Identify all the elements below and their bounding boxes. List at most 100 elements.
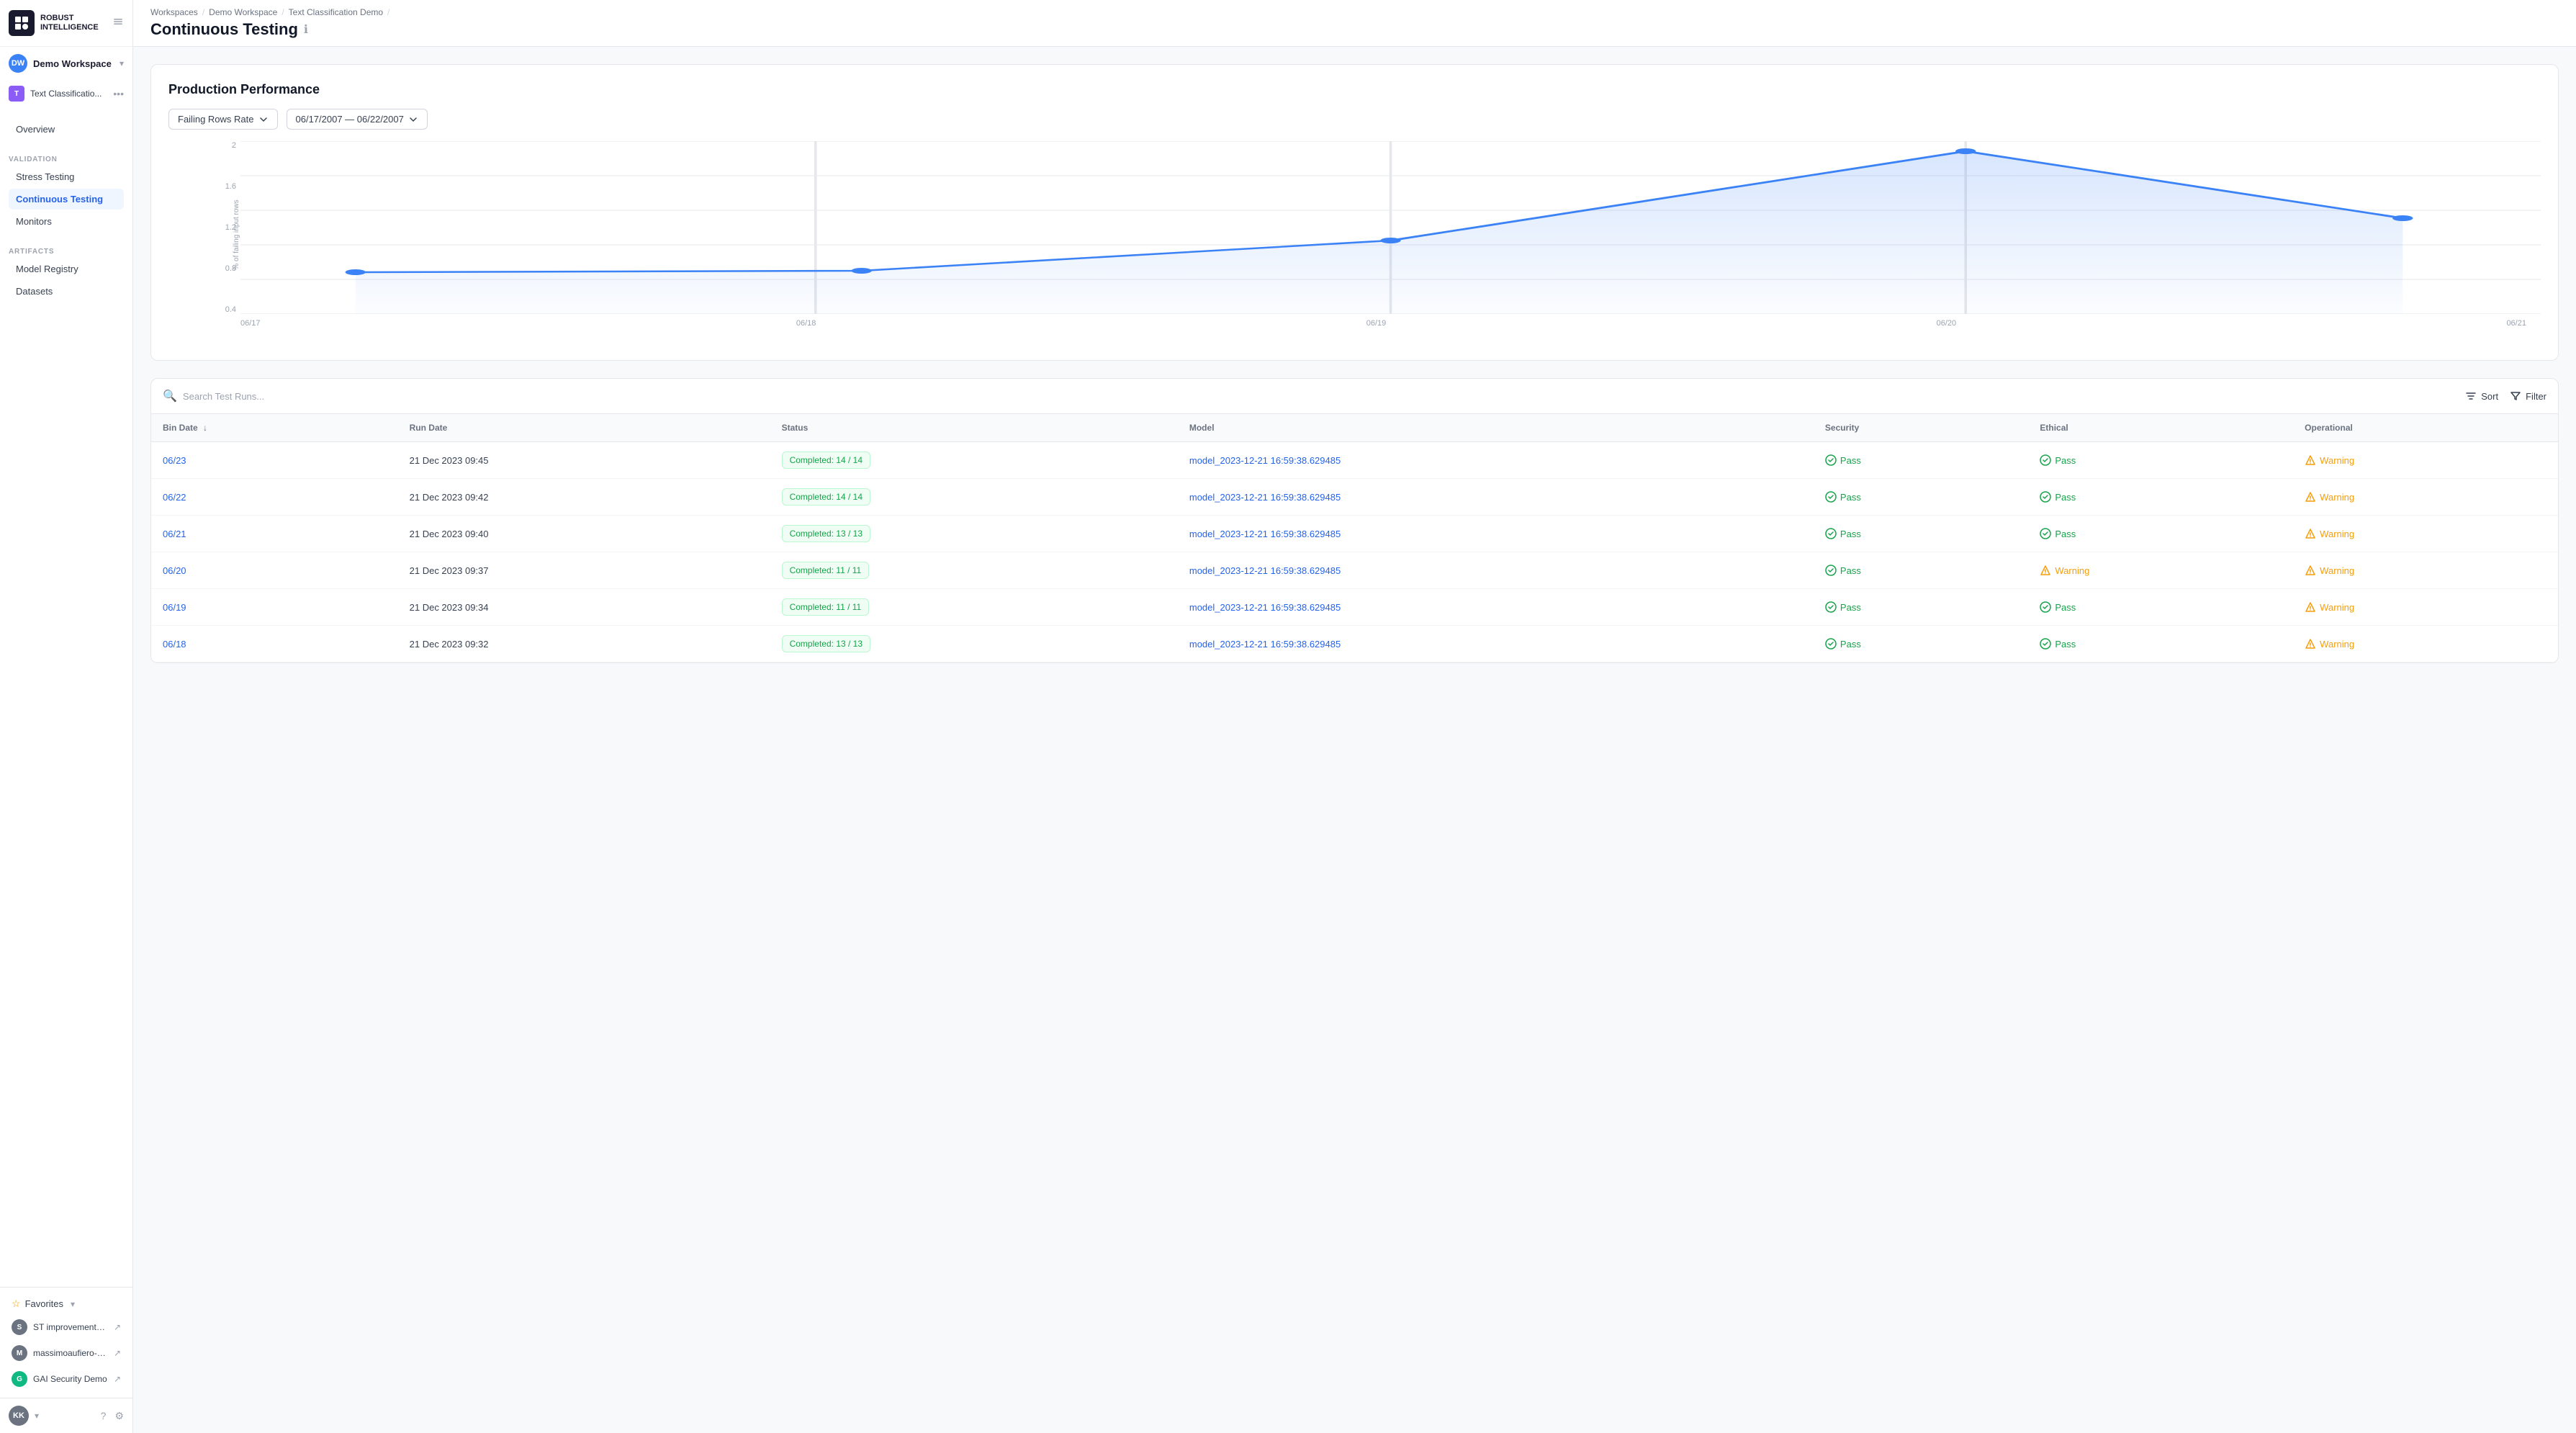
breadcrumb-demo-workspace[interactable]: Demo Workspace (209, 7, 277, 17)
fav-item-1[interactable]: M massimoaufiero-d... ↗ (9, 1340, 124, 1366)
settings-icon[interactable]: ⚙ (114, 1410, 124, 1422)
cell-status-1: Completed: 14 / 14 (770, 479, 1178, 516)
favorites-toggle[interactable]: ☆ Favorites ▾ (9, 1293, 124, 1314)
user-chevron-icon[interactable]: ▾ (35, 1411, 39, 1421)
sidebar-bottom: KK ▾ ? ⚙ (0, 1398, 132, 1433)
col-status[interactable]: Status (770, 414, 1178, 442)
content-area: Production Performance Failing Rows Rate… (133, 47, 2576, 1433)
bottom-icons: ? ⚙ (101, 1410, 124, 1422)
fav-item-2[interactable]: G GAI Security Demo ↗ (9, 1366, 124, 1392)
fav-arrow-icon-0: ↗ (114, 1322, 121, 1332)
cell-status-2: Completed: 13 / 13 (770, 516, 1178, 552)
cell-ethical-1: Pass (2028, 479, 2293, 516)
cell-model-1[interactable]: model_2023-12-21 16:59:38.629485 (1178, 479, 1814, 516)
fav-arrow-icon-1: ↗ (114, 1348, 121, 1358)
table-body: 06/23 21 Dec 2023 09:45 Completed: 14 / … (151, 442, 2558, 662)
table-toolbar: 🔍 Sort Filter (151, 379, 2558, 414)
cell-ethical-3: Warning (2028, 552, 2293, 589)
col-bin-date[interactable]: Bin Date ↓ (151, 414, 398, 442)
cell-model-0[interactable]: model_2023-12-21 16:59:38.629485 (1178, 442, 1814, 479)
chart-svg-container: % of failing input rows (240, 141, 2541, 328)
cell-ethical-4: Pass (2028, 589, 2293, 626)
nav-section-validation: VALIDATION Stress Testing Continuous Tes… (0, 144, 132, 236)
sidebar-item-model-registry[interactable]: Model Registry (9, 259, 124, 279)
x-axis-labels: 06/17 06/18 06/19 06/20 06/21 (240, 316, 2541, 328)
workspace-selector[interactable]: DW Demo Workspace ▾ (0, 47, 132, 80)
col-operational[interactable]: Operational (2293, 414, 2558, 442)
sort-icon-bin-date: ↓ (203, 423, 207, 433)
cell-operational-4: Warning (2293, 589, 2558, 626)
table-row: 06/22 21 Dec 2023 09:42 Completed: 14 / … (151, 479, 2558, 516)
sidebar: ROBUST INTELLIGENCE DW Demo Workspace ▾ … (0, 0, 133, 1433)
info-icon[interactable]: ℹ (304, 22, 308, 37)
toolbar-actions: Sort Filter (2465, 390, 2546, 402)
cell-model-5[interactable]: model_2023-12-21 16:59:38.629485 (1178, 626, 1814, 662)
metric-dropdown[interactable]: Failing Rows Rate (168, 109, 278, 130)
cell-ethical-2: Pass (2028, 516, 2293, 552)
search-input[interactable] (183, 391, 2456, 402)
breadcrumb: Workspaces / Demo Workspace / Text Class… (150, 7, 2559, 17)
sort-button[interactable]: Sort (2465, 390, 2498, 402)
main-content: Workspaces / Demo Workspace / Text Class… (133, 0, 2576, 1433)
cell-model-4[interactable]: model_2023-12-21 16:59:38.629485 (1178, 589, 1814, 626)
sidebar-item-continuous-testing[interactable]: Continuous Testing (9, 189, 124, 210)
cell-operational-0: Warning (2293, 442, 2558, 479)
cell-security-0: Pass (1814, 442, 2028, 479)
date-range-dropdown[interactable]: 06/17/2007 — 06/22/2007 (287, 109, 428, 130)
cell-bin-date-3[interactable]: 06/20 (151, 552, 398, 589)
cell-bin-date-0[interactable]: 06/23 (151, 442, 398, 479)
logo-icon (9, 10, 35, 36)
sidebar-item-overview[interactable]: Overview (9, 119, 124, 140)
cell-bin-date-4[interactable]: 06/19 (151, 589, 398, 626)
cell-ethical-5: Pass (2028, 626, 2293, 662)
col-ethical[interactable]: Ethical (2028, 414, 2293, 442)
cell-operational-1: Warning (2293, 479, 2558, 516)
fav-arrow-icon-2: ↗ (114, 1374, 121, 1384)
project-more-icon[interactable]: ••• (113, 88, 124, 99)
col-model[interactable]: Model (1178, 414, 1814, 442)
cell-operational-3: Warning (2293, 552, 2558, 589)
breadcrumb-sep-2: / (282, 7, 284, 17)
cell-bin-date-2[interactable]: 06/21 (151, 516, 398, 552)
cell-model-2[interactable]: model_2023-12-21 16:59:38.629485 (1178, 516, 1814, 552)
help-icon[interactable]: ? (101, 1410, 107, 1422)
cell-bin-date-1[interactable]: 06/22 (151, 479, 398, 516)
breadcrumb-workspaces[interactable]: Workspaces (150, 7, 198, 17)
topbar: Workspaces / Demo Workspace / Text Class… (133, 0, 2576, 47)
collapse-sidebar-button[interactable] (112, 16, 124, 31)
cell-bin-date-5[interactable]: 06/18 (151, 626, 398, 662)
project-item[interactable]: T Text Classificatio... ••• (0, 80, 132, 107)
y-axis: 2 1.6 1.2 0.8 0.4 (212, 141, 240, 328)
sidebar-item-stress-testing[interactable]: Stress Testing (9, 166, 124, 187)
breadcrumb-sep-1: / (202, 7, 204, 17)
cell-security-2: Pass (1814, 516, 2028, 552)
breadcrumb-text-classification[interactable]: Text Classification Demo (289, 7, 383, 17)
fav-item-0[interactable]: S ST improvements ... ↗ (9, 1314, 124, 1340)
favorites-chevron-icon: ▾ (71, 1299, 75, 1309)
cell-run-date-3: 21 Dec 2023 09:37 (398, 552, 770, 589)
chart-controls: Failing Rows Rate 06/17/2007 — 06/22/200… (168, 109, 2541, 130)
artifacts-section-label: ARTIFACTS (9, 248, 124, 256)
fav-avatar-2: G (12, 1371, 27, 1387)
cell-run-date-4: 21 Dec 2023 09:34 (398, 589, 770, 626)
table-row: 06/18 21 Dec 2023 09:32 Completed: 13 / … (151, 626, 2558, 662)
cell-run-date-5: 21 Dec 2023 09:32 (398, 626, 770, 662)
col-run-date[interactable]: Run Date (398, 414, 770, 442)
cell-status-4: Completed: 11 / 11 (770, 589, 1178, 626)
chart-svg (240, 141, 2541, 314)
page-title: Continuous Testing (150, 20, 298, 39)
sidebar-item-monitors[interactable]: Monitors (9, 211, 124, 232)
workspace-chevron-icon: ▾ (120, 58, 124, 68)
table-row: 06/23 21 Dec 2023 09:45 Completed: 14 / … (151, 442, 2558, 479)
fav-avatar-1: M (12, 1345, 27, 1361)
filter-button[interactable]: Filter (2510, 390, 2546, 402)
sidebar-item-datasets[interactable]: Datasets (9, 281, 124, 302)
cell-security-4: Pass (1814, 589, 2028, 626)
cell-status-0: Completed: 14 / 14 (770, 442, 1178, 479)
user-avatar: KK (9, 1406, 29, 1426)
chart-area: 2 1.6 1.2 0.8 0.4 % of failing input row… (168, 141, 2541, 343)
workspace-name: Demo Workspace (33, 58, 114, 69)
col-security[interactable]: Security (1814, 414, 2028, 442)
breadcrumb-sep-3: / (387, 7, 389, 17)
cell-model-3[interactable]: model_2023-12-21 16:59:38.629485 (1178, 552, 1814, 589)
